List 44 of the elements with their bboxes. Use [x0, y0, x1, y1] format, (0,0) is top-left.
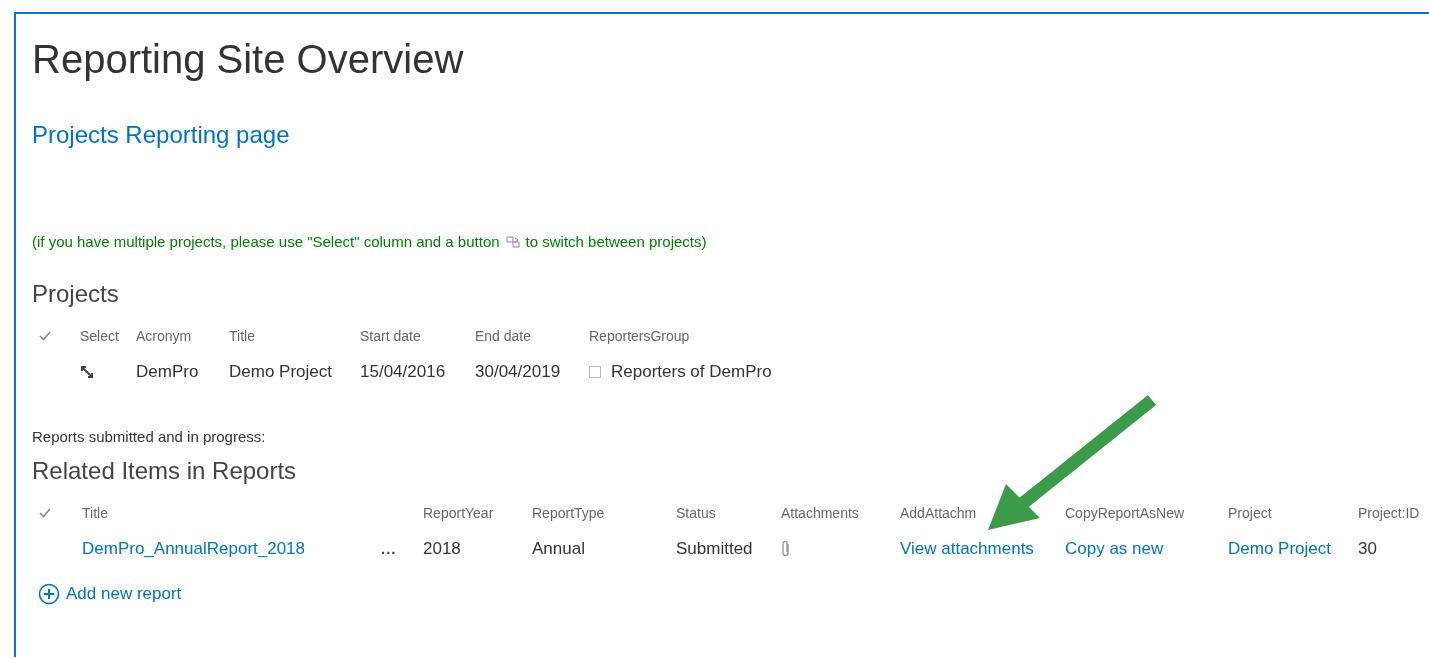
column-header[interactable]: Start date: [360, 328, 421, 344]
column-header[interactable]: Project:ID: [1358, 505, 1420, 521]
hint-text: to switch between projects): [525, 233, 707, 250]
column-header[interactable]: Title: [82, 505, 108, 521]
add-new-report-link[interactable]: Add new report: [38, 583, 182, 605]
presence-icon: [589, 366, 601, 378]
column-header[interactable]: CopyReportAsNew: [1065, 505, 1185, 521]
hint-text: (if you have multiple projects, please use "Select" column and a button: [32, 233, 500, 250]
checkmark-icon: [39, 508, 51, 518]
intro-text: Reports submitted and in progress:: [32, 428, 267, 445]
table-cell: Annual: [532, 539, 585, 558]
page-link[interactable]: Projects Reporting page: [32, 121, 290, 149]
page-title: Reporting Site Overview: [32, 36, 465, 82]
paperclip-icon: [781, 540, 791, 558]
column-header[interactable]: Project: [1228, 505, 1272, 521]
column-header[interactable]: Attachments: [781, 505, 859, 521]
add-icon: [38, 583, 60, 605]
table-cell: 30: [1358, 539, 1377, 558]
column-header[interactable]: Select: [80, 328, 119, 344]
column-header[interactable]: ReportYear: [423, 505, 494, 521]
column-header[interactable]: Title: [229, 328, 255, 344]
table-cell: 2018: [423, 539, 461, 558]
link[interactable]: View attachments: [900, 539, 1034, 558]
column-header[interactable]: Acronym: [136, 328, 192, 344]
link[interactable]: Demo Project: [1228, 539, 1331, 558]
link[interactable]: DemPro_AnnualReport_2018: [82, 539, 306, 558]
column-header[interactable]: End date: [475, 328, 532, 344]
more-options-button[interactable]: ...: [381, 540, 397, 557]
expand-arrow-icon[interactable]: [80, 365, 94, 379]
table-cell: 15/04/2016: [360, 362, 446, 381]
link[interactable]: Copy as new: [1065, 539, 1164, 558]
table-cell: Demo Project: [229, 362, 332, 381]
section-heading: Related Items in Reports: [32, 456, 298, 486]
column-header[interactable]: AddAttachm: [900, 505, 977, 521]
table-cell: Submitted: [676, 539, 753, 558]
column-header[interactable]: ReportersGroup: [589, 328, 690, 344]
checkmark-icon: [39, 331, 51, 341]
table-cell: Reporters of DemPro: [611, 362, 772, 382]
section-heading: Projects: [32, 279, 120, 309]
column-header[interactable]: Status: [676, 505, 716, 521]
switch-icon: [505, 235, 520, 248]
table-cell: DemPro: [136, 362, 199, 381]
column-header[interactable]: ReportType: [532, 505, 605, 521]
table-cell: 30/04/2019: [475, 362, 561, 381]
